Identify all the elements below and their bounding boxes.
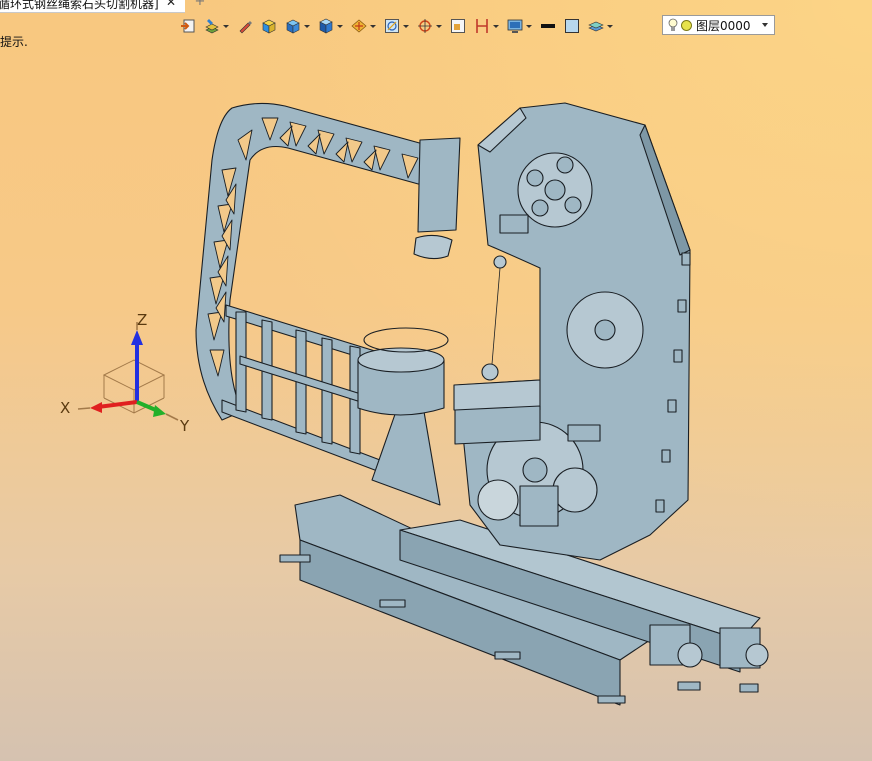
axis-y-label: Y (180, 417, 190, 435)
target-icon (418, 19, 432, 33)
section-icon (351, 19, 367, 33)
cutting-machine-model[interactable] (0, 40, 872, 761)
layer-color-dot-icon (681, 19, 692, 31)
chevron-down-icon (493, 24, 499, 28)
light-bulb-icon (668, 18, 678, 31)
section-button[interactable] (349, 15, 378, 37)
box-view-button[interactable] (316, 15, 345, 37)
fill-color-button[interactable] (562, 15, 582, 37)
paint-layers-icon (205, 19, 219, 34)
layer-dropdown[interactable]: 图层0000 (662, 15, 775, 35)
paint-layers-button[interactable] (202, 15, 231, 37)
blue-box-button[interactable] (283, 15, 312, 37)
document-tab-bar: 循环式钢丝绳索石头切割机器] ✕ + (0, 0, 872, 13)
chevron-down-icon (304, 24, 310, 28)
wheel-housing (453, 102, 691, 561)
document-tab[interactable]: 循环式钢丝绳索石头切割机器] ✕ (0, 0, 185, 13)
display-button[interactable] (505, 15, 534, 37)
single-view-button[interactable] (448, 15, 468, 37)
chevron-down-icon (762, 23, 768, 27)
chevron-down-icon (607, 24, 613, 28)
blue-box-icon (286, 19, 300, 34)
new-tab-icon[interactable]: + (193, 0, 207, 9)
chevron-down-icon (370, 24, 376, 28)
chevron-down-icon (526, 24, 532, 28)
fill-color-icon (565, 19, 579, 33)
layers-icon (588, 21, 604, 32)
axis-z-label: Z (137, 311, 148, 329)
turntable (357, 327, 449, 506)
pen-icon (239, 21, 252, 34)
chevron-down-icon (337, 24, 343, 28)
display-icon (507, 19, 523, 33)
document-tab-title: 循环式钢丝绳索石头切割机器] (0, 0, 159, 11)
yellow-box-button[interactable] (259, 15, 279, 37)
layers-button[interactable] (586, 15, 615, 37)
frame-icon (385, 19, 399, 33)
chevron-down-icon (223, 24, 229, 28)
chevron-down-icon (403, 24, 409, 28)
layer-name: 图层0000 (696, 18, 751, 33)
import-button[interactable] (178, 15, 198, 37)
model-viewport[interactable]: Z X Y (0, 40, 872, 761)
line-color-button[interactable] (538, 15, 558, 37)
yellow-box-icon (262, 19, 276, 34)
chevron-down-icon (436, 24, 442, 28)
line-color-icon (541, 24, 555, 28)
axis-triad (77, 322, 179, 421)
box-view-icon (319, 18, 333, 34)
single-view-icon (451, 19, 465, 33)
split-view-icon (476, 19, 488, 33)
axis-x-label: X (60, 399, 71, 417)
view-toolbar (178, 14, 619, 38)
frame-button[interactable] (382, 15, 411, 37)
pen-button[interactable] (235, 15, 255, 37)
target-button[interactable] (415, 15, 444, 37)
close-icon[interactable]: ✕ (165, 0, 177, 9)
import-icon (181, 19, 195, 33)
split-view-button[interactable] (472, 15, 501, 37)
